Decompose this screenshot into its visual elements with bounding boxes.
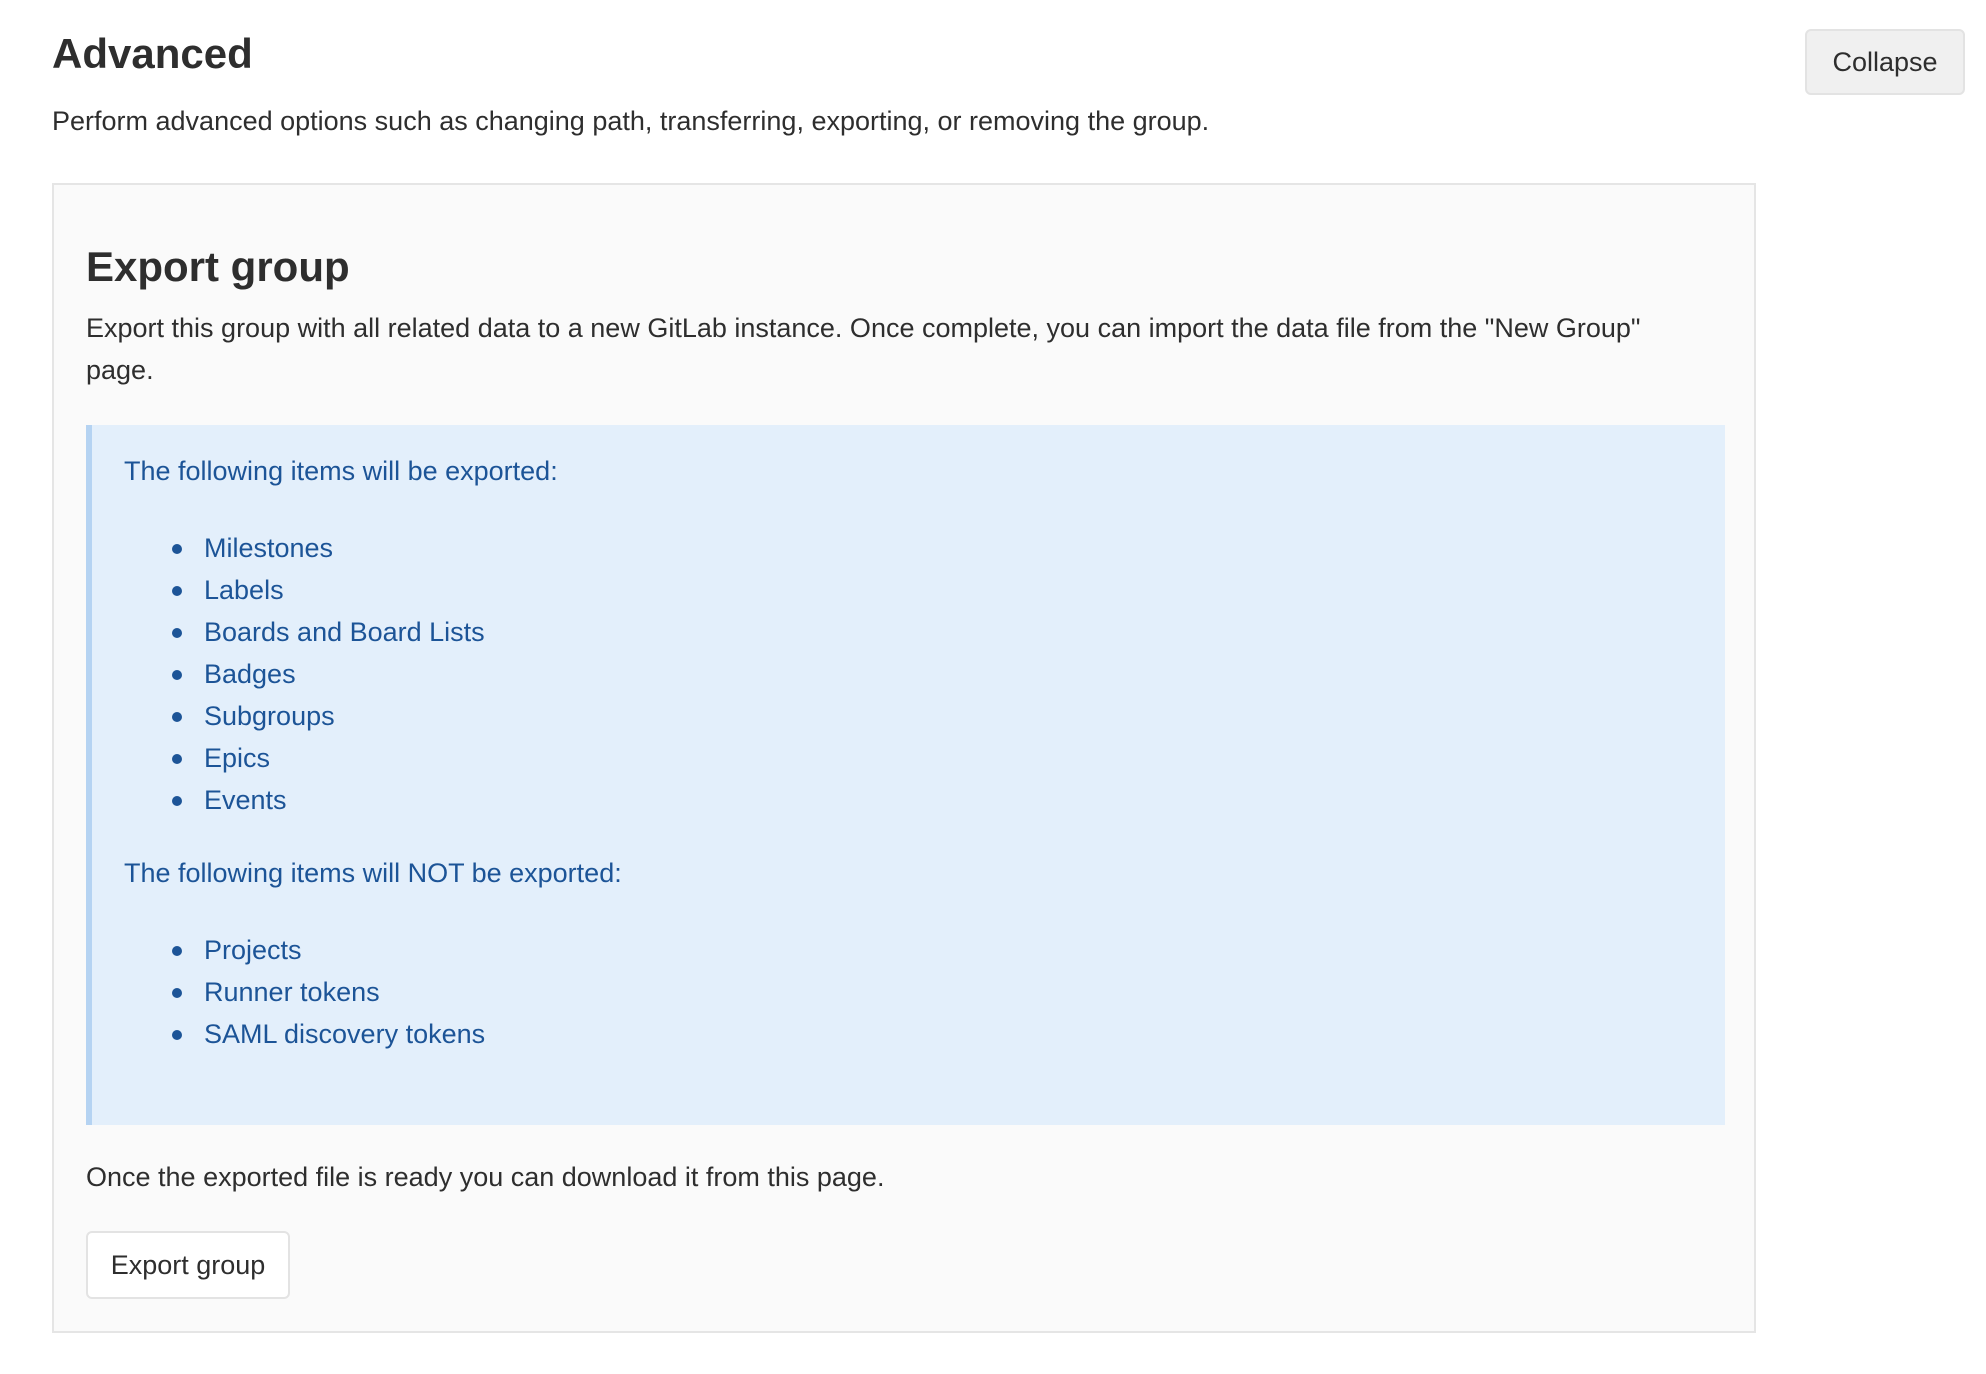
list-item: Projects [124,929,485,971]
section-title: Advanced [52,30,253,77]
export-group-panel: Export group Export this group with all … [52,183,1756,1333]
bullet-icon [172,712,182,722]
collapse-button[interactable]: Collapse [1805,29,1965,95]
list-item: Badges [124,653,485,695]
bullet-icon [172,754,182,764]
list-item: Labels [124,569,485,611]
list-item: Runner tokens [124,971,485,1013]
bullet-icon [172,796,182,806]
export-group-title: Export group [86,243,350,290]
list-item: Boards and Board Lists [124,611,485,653]
bullet-icon [172,586,182,596]
list-item: Epics [124,737,485,779]
not-exported-items-list: Projects Runner tokens SAML discovery to… [124,929,485,1055]
list-item: Milestones [124,527,485,569]
export-info-box: The following items will be exported: Mi… [86,425,1725,1125]
list-item: Subgroups [124,695,485,737]
list-item: Events [124,779,485,821]
export-group-button[interactable]: Export group [86,1231,290,1299]
section-description: Perform advanced options such as changin… [52,106,1210,136]
exported-items-list: Milestones Labels Boards and Board Lists… [124,527,485,821]
download-ready-text: Once the exported file is ready you can … [86,1162,885,1192]
bullet-icon [172,544,182,554]
bullet-icon [172,628,182,638]
bullet-icon [172,670,182,680]
bullet-icon [172,946,182,956]
bullet-icon [172,1030,182,1040]
list-item: SAML discovery tokens [124,1013,485,1055]
exported-items-heading: The following items will be exported: [124,456,558,486]
bullet-icon [172,988,182,998]
not-exported-items-heading: The following items will NOT be exported… [124,858,622,888]
export-group-description: Export this group with all related data … [86,313,1641,385]
